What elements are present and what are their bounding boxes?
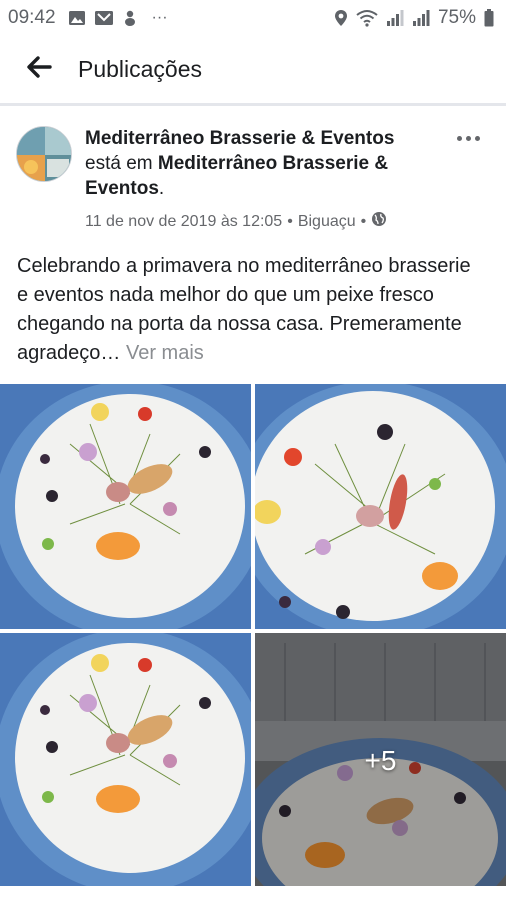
post-photo-4[interactable]: +5 (255, 633, 506, 886)
app-header: Publicações (0, 36, 506, 106)
post-photo-1[interactable] (0, 384, 251, 629)
checkin-text: está em (85, 153, 153, 174)
image-icon (68, 10, 86, 26)
plated-dish-image (0, 633, 251, 886)
post-location[interactable]: Biguaçu (298, 213, 356, 231)
arrow-left-icon (26, 56, 52, 83)
post-options-button[interactable] (450, 126, 486, 150)
plated-dish-image (0, 384, 251, 629)
status-time: 09:42 (8, 7, 56, 28)
battery-icon (484, 9, 494, 27)
cat-icon (122, 9, 138, 27)
status-bar: 09:42 ··· 75% (0, 0, 506, 36)
period: . (158, 178, 165, 199)
see-more-link[interactable]: Ver mais (126, 342, 204, 364)
post-body: Celebrando a primavera no mediterrâneo b… (17, 255, 471, 364)
more-photos-overlay[interactable]: +5 (255, 633, 506, 886)
signal-icon (412, 9, 430, 27)
meta-separator: • (360, 212, 367, 230)
author-name[interactable]: Mediterrâneo Brasserie & Eventos (85, 128, 394, 149)
signal-icon (386, 9, 404, 27)
post-photo-2[interactable] (255, 384, 506, 629)
battery-percent: 75% (437, 7, 476, 28)
more-dot (474, 135, 480, 141)
plated-dish-image (255, 384, 506, 629)
gallery-icon (94, 10, 114, 26)
more-dot (465, 135, 471, 141)
page-title: Publicações (78, 56, 203, 82)
meta-separator: • (287, 212, 293, 230)
post-date[interactable]: 11 de nov de 2019 às 12:05 (85, 213, 282, 231)
globe-icon (371, 211, 387, 232)
post-meta: 11 de nov de 2019 às 12:05 • Biguaçu • (85, 211, 387, 232)
more-dots-icon: ··· (151, 9, 168, 26)
status-right-icons: 75% (334, 7, 494, 29)
location-icon (334, 9, 348, 27)
more-dot (456, 135, 462, 141)
post-header: Mediterrâneo Brasserie & Eventos está em… (0, 110, 506, 245)
post-text: Celebrando a primavera no mediterrâneo b… (17, 252, 487, 368)
post-author-line: Mediterrâneo Brasserie & Eventos está em… (85, 126, 445, 201)
avatar[interactable] (16, 126, 72, 182)
back-button[interactable] (0, 35, 78, 105)
post-photo-3[interactable] (0, 633, 251, 886)
wifi-icon (356, 9, 378, 27)
more-photos-count: +5 (364, 745, 397, 776)
status-left-icons: ··· (68, 9, 168, 27)
